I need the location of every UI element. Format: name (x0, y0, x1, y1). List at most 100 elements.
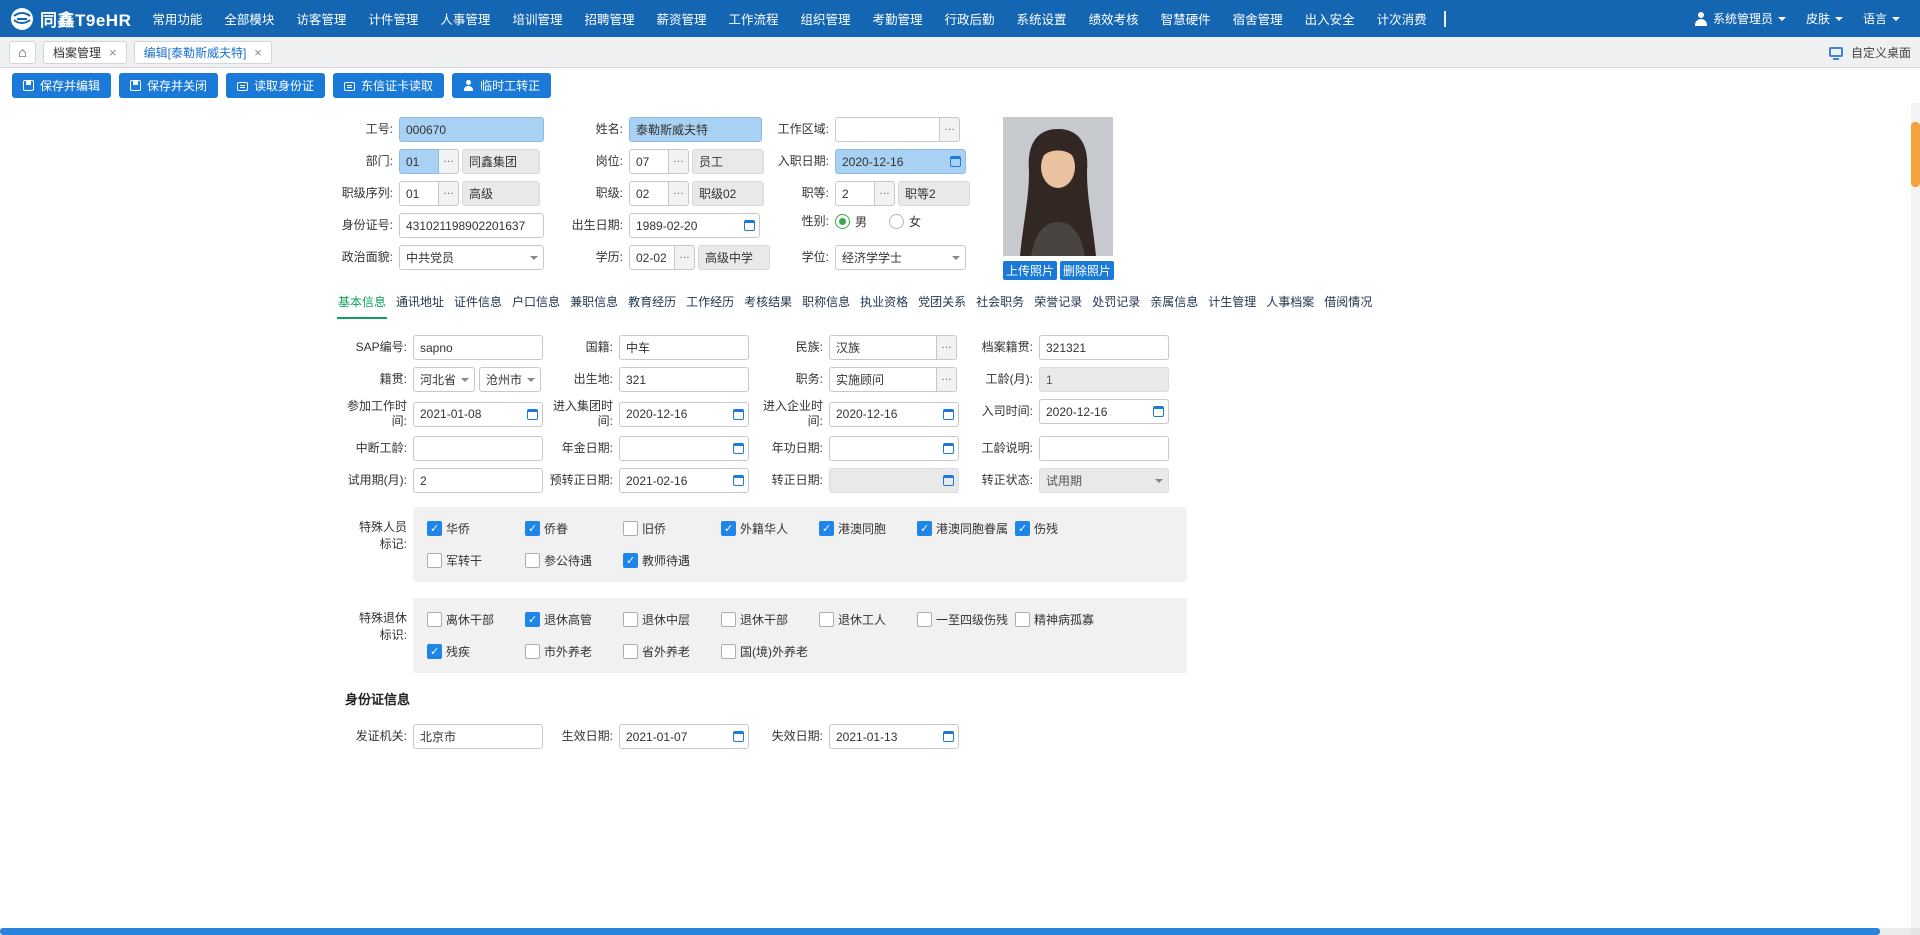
menu-item[interactable]: 薪资管理 (645, 0, 717, 37)
read-id-card-button[interactable]: 读取身份证 (226, 73, 325, 98)
special-retire-checkbox[interactable]: 国(境)外养老 (721, 643, 819, 660)
calendar-icon[interactable] (950, 156, 961, 167)
break-service-input[interactable] (413, 436, 543, 461)
ethnic-input[interactable] (829, 335, 937, 360)
special-person-checkbox[interactable]: 港澳同胞眷属 (917, 520, 1015, 537)
dept-lookup-button[interactable] (439, 149, 459, 174)
menu-item[interactable]: 宿舍管理 (1222, 0, 1294, 37)
calendar-icon[interactable] (527, 409, 538, 420)
calendar-icon[interactable] (943, 443, 954, 454)
calendar-icon[interactable] (943, 409, 954, 420)
ethnic-lookup-button[interactable] (937, 335, 957, 360)
detail-tab[interactable]: 人事档案 (1265, 290, 1315, 319)
menu-item[interactable]: 智慧硬件 (1150, 0, 1222, 37)
special-retire-checkbox[interactable]: 退休中层 (623, 611, 721, 628)
work-area-lookup-button[interactable] (940, 117, 960, 142)
special-retire-checkbox[interactable]: 市外养老 (525, 643, 623, 660)
detail-tab[interactable]: 户口信息 (511, 290, 561, 319)
special-person-checkbox[interactable]: 旧侨 (623, 520, 721, 537)
duty-input[interactable] (829, 367, 937, 392)
special-retire-checkbox[interactable]: 残疾 (427, 643, 525, 660)
probation-input[interactable] (413, 468, 543, 493)
birthplace-input[interactable] (619, 367, 749, 392)
calendar-icon[interactable] (943, 731, 954, 742)
menu-item[interactable]: 招聘管理 (573, 0, 645, 37)
post-lookup-button[interactable] (669, 149, 689, 174)
menu-item[interactable]: 行政后勤 (934, 0, 1006, 37)
window-tab[interactable]: 编辑[泰勒斯威夫特] (134, 41, 272, 64)
education-code-input[interactable] (629, 245, 675, 270)
issuer-input[interactable] (413, 724, 543, 749)
degree-select[interactable] (835, 245, 966, 270)
menu-item[interactable]: 组织管理 (790, 0, 862, 37)
detail-tab[interactable]: 工作经历 (685, 290, 735, 319)
delete-photo-button[interactable]: 删除照片 (1060, 261, 1114, 280)
birth-date-input[interactable] (629, 213, 760, 238)
special-retire-checkbox[interactable]: 退休干部 (721, 611, 819, 628)
company-date-input[interactable] (829, 402, 959, 427)
expiry-date-input[interactable] (829, 724, 959, 749)
gender-female-radio[interactable]: 女 (889, 213, 921, 230)
detail-tab[interactable]: 教育经历 (627, 290, 677, 319)
menu-item[interactable]: 计次消费 (1366, 0, 1438, 37)
special-retire-checkbox[interactable]: 离休干部 (427, 611, 525, 628)
special-person-checkbox[interactable]: 华侨 (427, 520, 525, 537)
grade-seq-lookup-button[interactable] (439, 181, 459, 206)
menu-item[interactable]: 访客管理 (285, 0, 357, 37)
save-close-button[interactable]: 保存并关闭 (119, 73, 218, 98)
menu-item[interactable]: 系统设置 (1006, 0, 1078, 37)
join-date-input[interactable] (1039, 399, 1169, 424)
detail-tab[interactable]: 基本信息 (337, 290, 387, 319)
calendar-icon[interactable] (733, 475, 744, 486)
special-retire-checkbox[interactable]: 精神病孤寡 (1015, 611, 1113, 628)
detail-tab[interactable]: 执业资格 (859, 290, 909, 319)
emp-no-input[interactable] (399, 117, 544, 142)
close-icon[interactable] (109, 46, 117, 59)
special-person-checkbox[interactable]: 侨眷 (525, 520, 623, 537)
detail-tab[interactable]: 职称信息 (801, 290, 851, 319)
pre-regular-input[interactable] (619, 468, 749, 493)
degree-input[interactable] (835, 245, 966, 270)
hire-date-input[interactable] (835, 149, 966, 174)
detail-tab[interactable]: 社会职务 (975, 290, 1025, 319)
group-date-input[interactable] (619, 402, 749, 427)
vertical-scrollbar-track[interactable] (1911, 103, 1920, 928)
upload-photo-button[interactable]: 上传照片 (1003, 261, 1057, 280)
detail-tab[interactable]: 处罚记录 (1091, 290, 1141, 319)
file-native-input[interactable] (1039, 335, 1169, 360)
special-retire-checkbox[interactable]: 省外养老 (623, 643, 721, 660)
window-tab[interactable]: 档案管理 (43, 41, 127, 64)
rank-code-input[interactable] (835, 181, 875, 206)
calendar-icon[interactable] (733, 443, 744, 454)
calendar-icon[interactable] (744, 220, 755, 231)
menu-item[interactable]: 考勤管理 (862, 0, 934, 37)
id-no-input[interactable] (399, 213, 544, 238)
sap-input[interactable] (413, 335, 543, 360)
detail-tab[interactable]: 党团关系 (917, 290, 967, 319)
special-person-checkbox[interactable]: 外籍华人 (721, 520, 819, 537)
service-note-input[interactable] (1039, 436, 1169, 461)
close-icon[interactable] (254, 46, 262, 59)
special-person-checkbox[interactable]: 伤残 (1015, 520, 1113, 537)
horizontal-scrollbar-thumb[interactable] (0, 928, 1880, 935)
special-retire-checkbox[interactable]: 退休高管 (525, 611, 623, 628)
detail-tab[interactable]: 借阅情况 (1323, 290, 1373, 319)
duty-lookup-button[interactable] (937, 367, 957, 392)
detail-tab[interactable]: 通讯地址 (395, 290, 445, 319)
menu-item[interactable]: 绩效考核 (1078, 0, 1150, 37)
save-edit-button[interactable]: 保存并编辑 (12, 73, 111, 98)
home-button[interactable] (9, 41, 36, 64)
post-code-input[interactable] (629, 149, 669, 174)
annuity-date-input[interactable] (619, 436, 749, 461)
detail-tab[interactable]: 证件信息 (453, 290, 503, 319)
grade-lookup-button[interactable] (669, 181, 689, 206)
language-menu[interactable]: 语言 (1863, 10, 1900, 27)
menu-item[interactable]: 计件管理 (357, 0, 429, 37)
special-person-checkbox[interactable]: 港澳同胞 (819, 520, 917, 537)
native-province-select[interactable] (413, 367, 475, 392)
grade-seq-code-input[interactable] (399, 181, 439, 206)
effective-date-input[interactable] (619, 724, 749, 749)
skin-menu[interactable]: 皮肤 (1806, 10, 1843, 27)
vertical-scrollbar-thumb[interactable] (1911, 122, 1920, 187)
menu-item[interactable]: 人事管理 (429, 0, 501, 37)
